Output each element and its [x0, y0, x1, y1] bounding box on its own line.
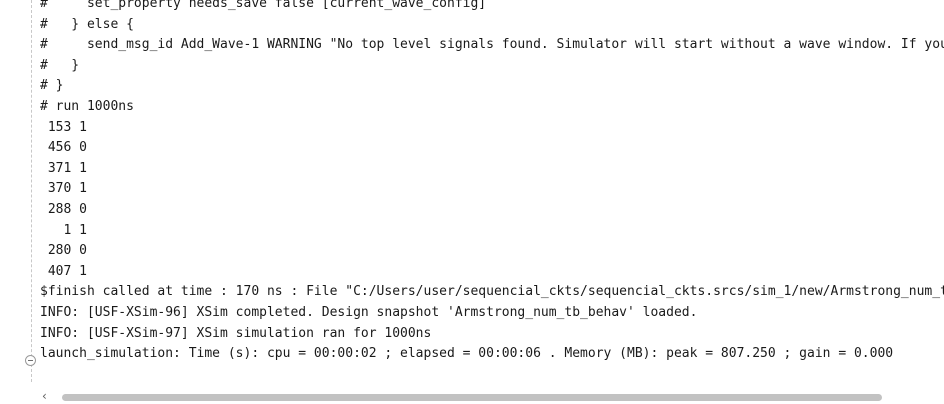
scrollbar-thumb[interactable]: [62, 394, 882, 401]
console-line: # }: [40, 78, 64, 94]
fold-guide-line: [31, 0, 32, 382]
tcl-console[interactable]: # set_property needs_save false [current…: [0, 0, 944, 404]
horizontal-scrollbar[interactable]: ‹: [0, 389, 944, 404]
console-line: 407 1: [40, 263, 87, 279]
console-line: # } else {: [40, 16, 134, 32]
console-line: INFO: [USF-XSim-96] XSim completed. Desi…: [40, 304, 698, 320]
console-line: # run 1000ns: [40, 98, 134, 114]
scroll-left-icon[interactable]: ‹: [42, 389, 47, 404]
console-line: 1 1: [40, 222, 87, 238]
console-line: # }: [40, 57, 80, 73]
console-line: 288 0: [40, 201, 87, 217]
console-line: 371 1: [40, 160, 87, 176]
console-line: 280 0: [40, 243, 87, 259]
console-output: # set_property needs_save false [current…: [40, 0, 944, 365]
console-line: $finish called at time : 170 ns : File "…: [40, 284, 944, 300]
console-line: 153 1: [40, 119, 87, 135]
console-line: # send_msg_id Add_Wave-1 WARNING "No top…: [40, 37, 944, 53]
fold-collapse-icon[interactable]: [25, 355, 36, 366]
console-line: launch_simulation: Time (s): cpu = 00:00…: [40, 346, 894, 362]
console-line: # set_property needs_save false [current…: [40, 0, 487, 11]
console-line: INFO: [USF-XSim-97] XSim simulation ran …: [40, 325, 432, 341]
console-line: 456 0: [40, 140, 87, 156]
console-line: 370 1: [40, 181, 87, 197]
